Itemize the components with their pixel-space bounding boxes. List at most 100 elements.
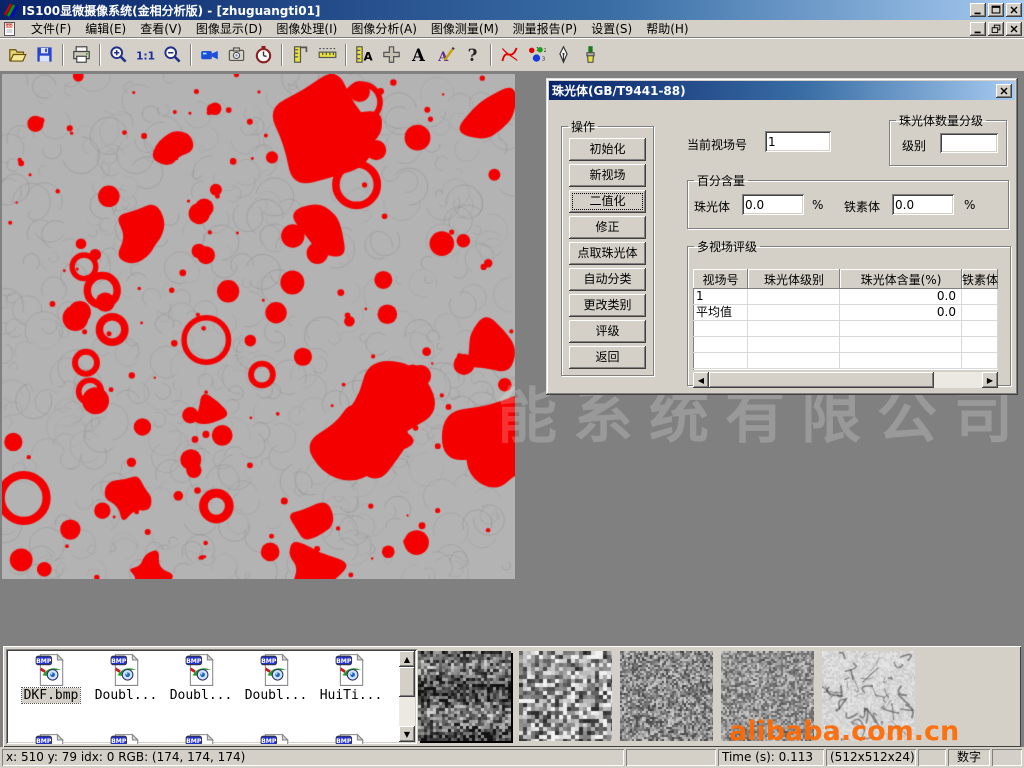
table-row-1[interactable]: 平均值0.0	[693, 305, 998, 321]
scrollbar-track[interactable]	[934, 372, 982, 388]
svg-text:BMP: BMP	[336, 738, 352, 744]
save-icon	[35, 45, 54, 64]
minimize-button[interactable]	[970, 3, 986, 17]
svg-text:BMP: BMP	[186, 658, 202, 665]
table-row-0[interactable]: 10.0	[693, 289, 998, 305]
level-input[interactable]	[940, 133, 998, 153]
ferrite-label: 铁素体	[844, 198, 880, 215]
text-edit-button[interactable]: A	[432, 41, 459, 68]
scroll-right-button[interactable]: ▶	[982, 372, 998, 388]
menu-item-1[interactable]: 编辑(E)	[78, 21, 133, 37]
table-row-3[interactable]	[693, 337, 998, 353]
menu-item-5[interactable]: 图像分析(A)	[344, 21, 424, 37]
scroll-up-button[interactable]: ▲	[399, 651, 415, 667]
menu-item-0[interactable]: 文件(F)	[24, 21, 78, 37]
sample-thumbnail-1[interactable]	[519, 651, 612, 741]
save-button[interactable]	[31, 41, 58, 68]
table-column-header[interactable]: 珠光体含量(%)	[840, 269, 962, 289]
file-item-0[interactable]: BMPDKF.bmp	[14, 653, 88, 703]
dialog-close-button[interactable]	[996, 84, 1012, 98]
zoom-in-button[interactable]	[105, 41, 132, 68]
document-icon[interactable]: DOC	[2, 21, 18, 37]
sample-thumbnail-3[interactable]	[721, 651, 814, 741]
metallographic-image[interactable]	[2, 74, 515, 579]
current-field-label: 当前视场号	[687, 136, 747, 153]
classify-points-button[interactable]: 123	[523, 41, 550, 68]
file-name[interactable]: HuiTi...	[318, 688, 385, 703]
scrollbar-thumb[interactable]	[399, 667, 415, 697]
table-row-4[interactable]	[693, 353, 998, 369]
operation-button-6[interactable]: 更改类别	[569, 294, 646, 317]
zoom-out-button[interactable]	[159, 41, 186, 68]
pen-button[interactable]	[550, 41, 577, 68]
sample-thumbnail-2[interactable]	[620, 651, 713, 741]
scroll-down-button[interactable]: ▼	[399, 726, 415, 742]
file-name[interactable]: DKF.bmp	[22, 688, 81, 703]
menu-item-8[interactable]: 设置(S)	[584, 21, 639, 37]
scrollbar-thumb[interactable]	[709, 372, 934, 388]
print-button[interactable]	[68, 41, 95, 68]
move-cross-button[interactable]	[378, 41, 405, 68]
file-item-3[interactable]: BMPDoubl...	[239, 653, 313, 703]
current-field-input[interactable]	[765, 131, 831, 152]
dialog-title-bar[interactable]: 珠光体(GB/T9441-88)	[549, 81, 1015, 100]
sample-thumbnail-4[interactable]	[822, 651, 915, 741]
maximize-button[interactable]	[988, 3, 1004, 17]
multifield-table[interactable]: 视场号珠光体级别珠光体含量(%)铁素体10.0平均值0.0	[693, 269, 998, 370]
bmp-file-icon: BMP	[260, 733, 292, 744]
table-column-header[interactable]: 铁素体	[962, 269, 998, 289]
photo-camera-button[interactable]	[223, 41, 250, 68]
filelist-vertical-scrollbar[interactable]: ▲ ▼	[399, 651, 415, 742]
pearlite-percent-input[interactable]	[742, 194, 804, 215]
menu-item-9[interactable]: 帮助(H)	[639, 21, 695, 37]
file-item-2[interactable]: BMP Doubl...	[164, 653, 238, 703]
file-item-row2-0[interactable]: BMP	[14, 733, 88, 744]
table-column-header[interactable]: 视场号	[693, 269, 748, 289]
operation-button-1[interactable]: 新视场	[569, 164, 646, 187]
file-item-1[interactable]: BMPDoubl...	[89, 653, 163, 703]
scrollbar-track[interactable]	[399, 697, 415, 726]
file-item-4[interactable]: BMPHuiTi...	[314, 653, 388, 703]
file-item-row2-4[interactable]: BMP	[314, 733, 388, 744]
ruler-button[interactable]	[314, 41, 341, 68]
ferrite-percent-input[interactable]	[892, 194, 954, 215]
file-name[interactable]: Doubl...	[93, 688, 160, 703]
file-item-row2-2[interactable]: BMP	[164, 733, 238, 744]
operation-button-0[interactable]: 初始化	[569, 138, 646, 161]
menu-item-4[interactable]: 图像处理(I)	[269, 21, 344, 37]
help-button[interactable]: ?	[459, 41, 486, 68]
file-item-row2-1[interactable]: BMP	[89, 733, 163, 744]
open-button[interactable]	[4, 41, 31, 68]
operation-button-8[interactable]: 返回	[569, 346, 646, 369]
timer-button[interactable]	[250, 41, 277, 68]
menu-item-2[interactable]: 查看(V)	[133, 21, 189, 37]
operation-button-7[interactable]: 评级	[569, 320, 646, 343]
file-name[interactable]: Doubl...	[243, 688, 310, 703]
table-horizontal-scrollbar[interactable]: ◀ ▶	[693, 372, 998, 388]
brush-button[interactable]	[577, 41, 604, 68]
file-item-row2-3[interactable]: BMP	[239, 733, 313, 744]
curve-button[interactable]	[496, 41, 523, 68]
child-minimize-button[interactable]	[970, 22, 986, 36]
caliper-button[interactable]	[287, 41, 314, 68]
table-column-header[interactable]: 珠光体级别	[748, 269, 840, 289]
child-restore-button[interactable]	[988, 22, 1004, 36]
operation-button-4[interactable]: 点取珠光体	[569, 242, 646, 265]
table-row-2[interactable]	[693, 321, 998, 337]
operation-button-2[interactable]: 二值化	[569, 190, 646, 213]
sample-thumbnail-0[interactable]	[418, 651, 511, 741]
actual-size-button[interactable]: 1:1	[132, 41, 159, 68]
close-button[interactable]	[1006, 3, 1022, 17]
operation-button-5[interactable]: 自动分类	[569, 268, 646, 291]
menu-item-7[interactable]: 测量报告(P)	[506, 21, 585, 37]
child-close-button[interactable]	[1006, 22, 1022, 36]
file-name[interactable]: Doubl...	[168, 688, 235, 703]
menu-item-3[interactable]: 图像显示(D)	[189, 21, 270, 37]
text-button[interactable]: A	[405, 41, 432, 68]
menu-item-6[interactable]: 图像测量(M)	[424, 21, 506, 37]
bmp-file-icon: BMP	[110, 733, 142, 744]
scroll-left-button[interactable]: ◀	[693, 372, 709, 388]
operation-button-3[interactable]: 修正	[569, 216, 646, 239]
measure-text-button[interactable]: A	[351, 41, 378, 68]
video-camera-button[interactable]	[196, 41, 223, 68]
